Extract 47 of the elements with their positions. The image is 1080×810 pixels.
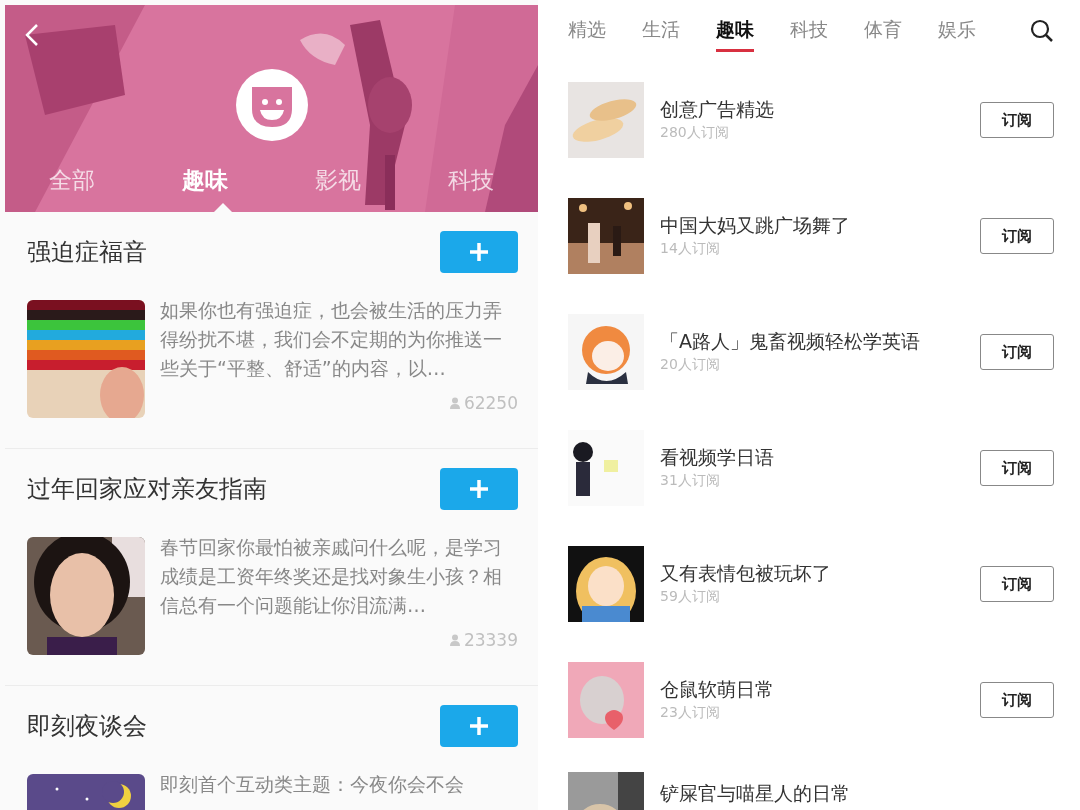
subscriber-count: 23人订阅 xyxy=(660,704,721,722)
channel-name: 「A路人」鬼畜视频轻松学英语 xyxy=(660,330,921,352)
plus-icon xyxy=(469,242,489,262)
topic-description: 如果你也有强迫症，也会被生活的压力弄得纷扰不堪，我们会不定期的为你推送一些关于“平整、舒适”的内容，以… xyxy=(160,298,503,381)
subscriber-count: 23339 xyxy=(463,630,518,650)
category-tab[interactable]: 娱乐 xyxy=(938,10,976,52)
topic-title: 强迫症福音 xyxy=(27,237,147,268)
subscribe-button[interactable]: 订阅 xyxy=(980,682,1054,718)
category-tab[interactable]: 趣味 xyxy=(138,165,272,212)
channel-name: 铲屎官与喵星人的日常 xyxy=(660,782,851,804)
topic-description: 即刻首个互动类主题：今夜你会不会 xyxy=(160,772,465,797)
subscribe-button[interactable]: 订阅 xyxy=(980,334,1054,370)
search-icon[interactable] xyxy=(1030,19,1054,43)
category-tab[interactable]: 科技 xyxy=(790,10,828,52)
add-button[interactable] xyxy=(440,705,518,747)
channel-name: 中国大妈又跳广场舞了 xyxy=(660,214,851,236)
back-icon[interactable] xyxy=(25,23,39,47)
subscribe-button[interactable]: 订阅 xyxy=(980,450,1054,486)
channel-name: 创意广告精选 xyxy=(660,98,775,120)
subscriber-count: 31人订阅 xyxy=(660,472,721,490)
category-tab[interactable]: 趣味 xyxy=(716,10,754,52)
person-icon xyxy=(449,397,460,409)
plus-icon xyxy=(469,716,489,736)
channel-name: 仓鼠软萌日常 xyxy=(660,678,775,700)
subscriber-count: 59人订阅 xyxy=(660,588,721,606)
person-icon xyxy=(449,634,460,646)
smiley-icon xyxy=(236,69,308,141)
category-tab[interactable]: 生活 xyxy=(642,10,680,52)
add-button[interactable] xyxy=(440,468,518,510)
subscribe-button[interactable]: 订阅 xyxy=(980,218,1054,254)
category-tab[interactable]: 体育 xyxy=(864,10,902,52)
topic-title: 过年回家应对亲友指南 xyxy=(27,474,267,505)
topic-description: 春节回家你最怕被亲戚问什么呢，是学习成绩是工资年终奖还是找对象生小孩？相信总有一个问题能让你泪流满… xyxy=(160,535,503,618)
subscriber-count: 20人订阅 xyxy=(660,356,721,374)
channel-name: 看视频学日语 xyxy=(660,446,775,468)
subscribe-button[interactable]: 订阅 xyxy=(980,102,1054,138)
category-tab[interactable]: 精选 xyxy=(568,10,606,52)
subscribe-button[interactable]: 订阅 xyxy=(980,566,1054,602)
add-button[interactable] xyxy=(440,231,518,273)
channel-name: 又有表情包被玩坏了 xyxy=(660,562,832,584)
category-tab[interactable]: 影视 xyxy=(271,165,405,212)
subscriber-count: 62250 xyxy=(463,393,518,413)
category-tab[interactable]: 科技 xyxy=(404,165,538,212)
topic-title: 即刻夜谈会 xyxy=(27,711,147,742)
plus-icon xyxy=(469,479,489,499)
subscriber-count: 14人订阅 xyxy=(660,240,721,258)
subscriber-count: 280人订阅 xyxy=(660,124,730,142)
